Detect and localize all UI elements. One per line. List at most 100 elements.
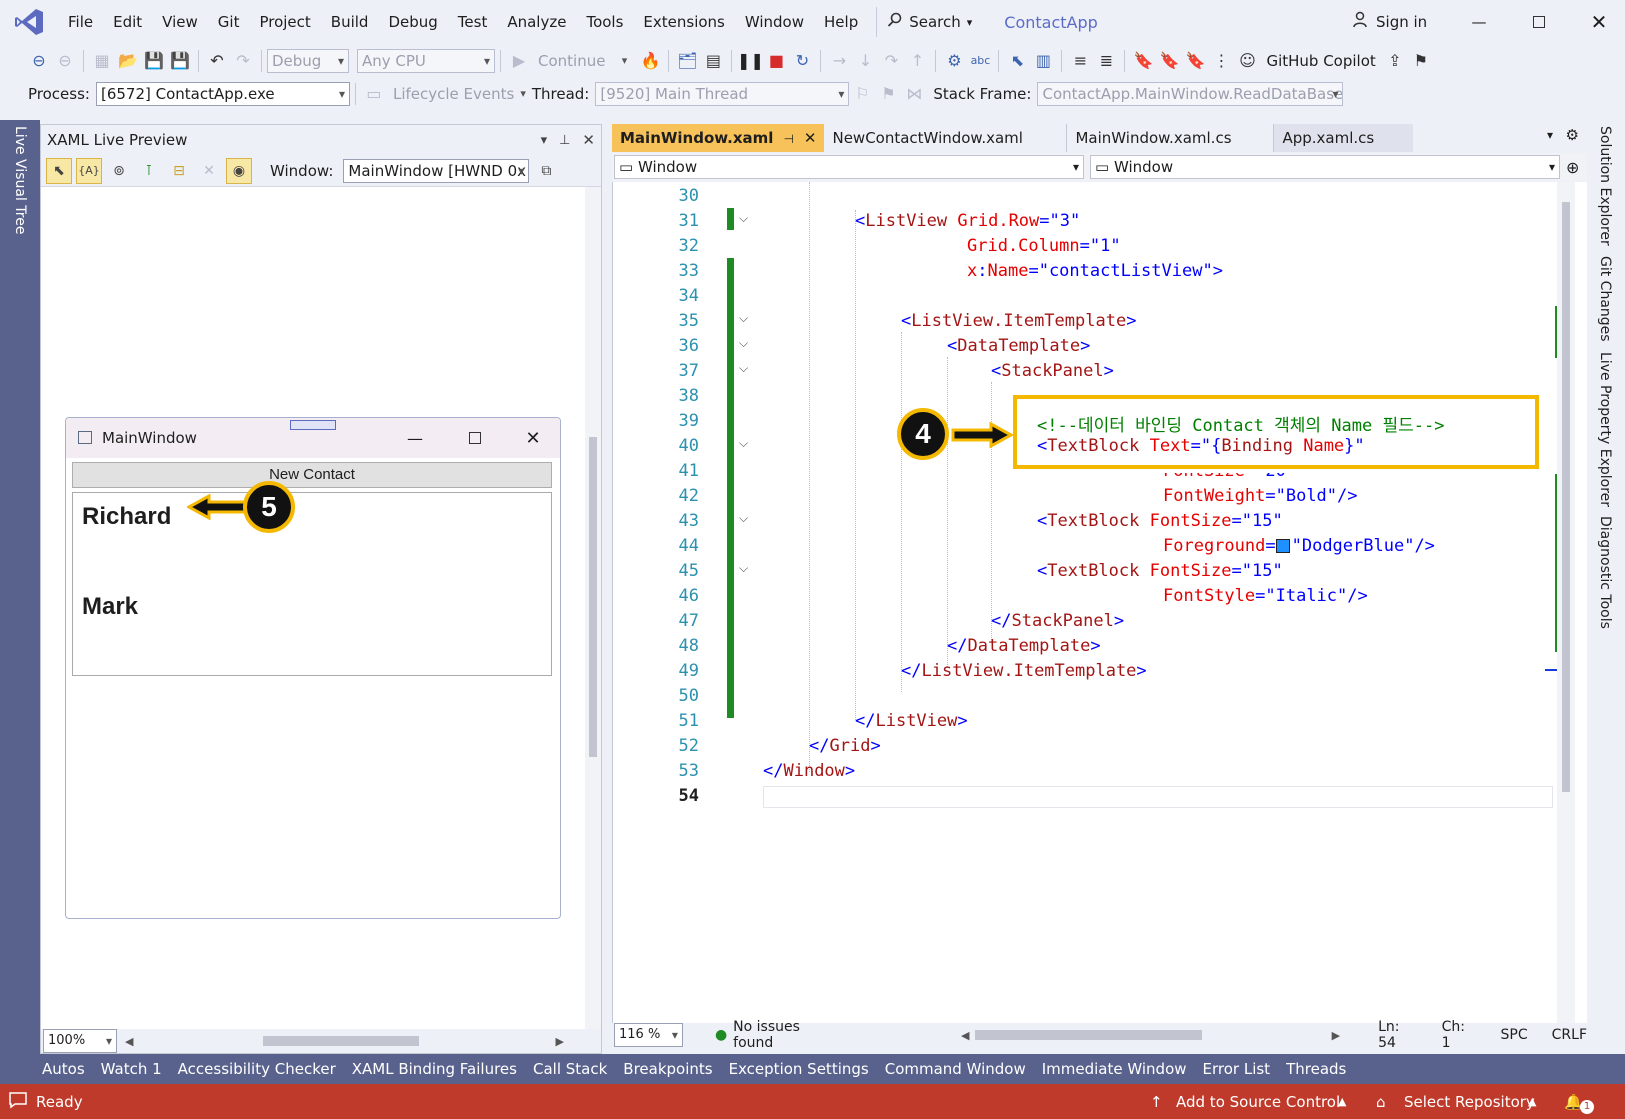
menu-extensions[interactable]: Extensions [633,0,734,44]
whitespace-indicator[interactable]: SPC [1501,1027,1528,1043]
fold-icon[interactable]: ⌵ [739,561,748,576]
undo-icon[interactable]: ↶ [204,48,230,74]
add-to-source-control-button[interactable]: Add to Source Control [1176,1093,1340,1111]
prev-bookmark-icon[interactable]: 🔖 [1156,48,1182,74]
github-copilot-button[interactable]: GitHub Copilot [1260,52,1381,70]
menu-debug[interactable]: Debug [378,0,447,44]
fold-icon[interactable]: ⌵ [739,311,748,326]
close-icon[interactable]: ✕ [582,131,595,149]
pin-icon[interactable]: ⊣ [783,132,793,146]
threads-icon[interactable]: ⚑ [875,81,901,107]
column-indicator[interactable]: Ch: 1 [1442,1019,1477,1051]
menu-build[interactable]: Build [321,0,379,44]
contact-list-view[interactable]: Richard Mark [72,492,552,676]
back-icon[interactable]: ⊖ [26,48,52,74]
new-contact-button[interactable]: New Contact [72,462,552,488]
editor-horizontal-scrollbar[interactable] [975,1030,1202,1040]
ruler-icon[interactable]: ⊟ [166,158,192,184]
stack-icon[interactable]: ⋈ [901,81,927,107]
tab-exception-settings[interactable]: Exception Settings [721,1060,877,1078]
select-element-icon[interactable]: ⬉ [1004,48,1030,74]
live-tree-icon[interactable]: ▥ [1030,48,1056,74]
code-editor[interactable]: 30 31 32 33 34 35 36 37 38 39 40 41 42 4… [612,182,1587,1028]
popout-icon[interactable]: ⧉ [533,158,559,184]
maximize-icon[interactable] [452,418,498,458]
preview-zoom-select[interactable]: 100% [43,1029,117,1053]
scroll-right-icon[interactable]: ▶ [1332,1029,1340,1042]
menu-analyze[interactable]: Analyze [497,0,576,44]
tab-breakpoints[interactable]: Breakpoints [615,1060,720,1078]
git-changes-tab[interactable]: Git Changes [1597,256,1613,342]
new-project-icon[interactable]: ▦ [89,48,115,74]
share-icon[interactable]: ⇪ [1382,48,1408,74]
attach-process-icon[interactable]: 🗂 [674,48,700,74]
continue-button[interactable]: Continue [532,52,611,70]
next-bookmark-icon[interactable]: 🔖 [1182,48,1208,74]
preview-vertical-scrollbar[interactable] [585,187,601,1029]
overflow-icon[interactable]: ⋮ [1208,48,1234,74]
tab-xaml-binding-failures[interactable]: XAML Binding Failures [344,1060,525,1078]
stop-icon[interactable]: ■ [763,48,789,74]
track-focus-icon[interactable]: ⊺ [136,158,162,184]
scroll-right-icon[interactable]: ▶ [555,1035,563,1048]
hot-reload-icon[interactable]: 🔥 [637,48,663,74]
copilot-icon[interactable]: ☺ [1234,48,1260,74]
minimize-button[interactable]: — [1452,0,1506,44]
live-property-explorer-tab[interactable]: Live Property Explorer [1597,352,1613,507]
fold-icon[interactable]: ⌵ [739,211,748,226]
show-next-statement-icon[interactable]: → [826,48,852,74]
select-element-icon[interactable]: ⬉ [46,157,72,184]
line-ending-indicator[interactable]: CRLF [1552,1027,1587,1043]
tab-command-window[interactable]: Command Window [877,1060,1034,1078]
tab-accessibility-checker[interactable]: Accessibility Checker [170,1060,344,1078]
gear-icon[interactable]: ⚙ [1566,126,1579,144]
scroll-left-icon[interactable]: ◀ [125,1035,133,1048]
menu-tools[interactable]: Tools [576,0,633,44]
process-select[interactable]: [6572] ContactApp.exe [95,81,350,106]
tab-watch-1[interactable]: Watch 1 [93,1060,170,1078]
save-all-icon[interactable]: 💾 [167,48,193,74]
open-folder-icon[interactable]: 📂 [115,48,141,74]
contact-name-mark[interactable]: Mark [82,593,138,621]
pause-icon[interactable]: ❚❚ [737,48,764,74]
diagnostics-icon[interactable]: ⚙ [941,48,967,74]
chevron-down-icon[interactable]: ▾ [611,48,637,74]
pin-icon[interactable]: ⊥ [559,133,570,148]
menu-edit[interactable]: Edit [103,0,152,44]
fold-icon[interactable]: ⌵ [739,361,748,376]
configuration-select[interactable]: Debug [267,48,349,73]
indent-icon[interactable]: ≣ [1093,48,1119,74]
menu-help[interactable]: Help [814,0,868,44]
spell-check-icon[interactable]: abc [967,48,993,74]
tab-mainwindow-xaml-cs[interactable]: MainWindow.xaml.cs [1066,124,1273,152]
fold-icon[interactable]: ⌵ [739,436,748,451]
solution-explorer-tab[interactable]: Solution Explorer [1597,126,1613,246]
contact-name-richard[interactable]: Richard [82,503,171,531]
menu-git[interactable]: Git [208,0,250,44]
tab-immediate-window[interactable]: Immediate Window [1034,1060,1195,1078]
preview-grip-handle[interactable] [290,420,336,430]
window-select[interactable]: MainWindow [HWND 0x [343,158,530,183]
split-icon[interactable]: ⊕ [1566,158,1579,177]
play-icon[interactable]: ▶ [506,48,532,74]
menu-window[interactable]: Window [735,0,814,44]
tab-call-stack[interactable]: Call Stack [525,1060,615,1078]
binding-icon[interactable]: {A} [76,157,102,184]
forward-icon[interactable]: ⊖ [52,48,78,74]
step-into-icon[interactable]: ↓ [852,48,878,74]
line-indicator[interactable]: Ln: 54 [1378,1019,1420,1051]
fold-icon[interactable]: ⌵ [739,511,748,526]
tab-list-icon[interactable]: ▾ [1547,128,1553,142]
lifecycle-events-button[interactable]: Lifecycle Events [387,85,520,103]
save-icon[interactable]: 💾 [141,48,167,74]
fold-icon[interactable]: ⌵ [739,336,748,351]
tab-newcontactwindow-xaml[interactable]: NewContactWindow.xaml [824,124,1066,152]
type-navigation-select[interactable]: ▭ Window [614,155,1084,179]
step-over-icon[interactable]: ↷ [878,48,904,74]
display-adorners-icon[interactable]: ⊚ [106,158,132,184]
flag-thread-icon[interactable]: ⚐ [849,81,875,107]
lifecycle-events-icon[interactable]: ▭ [361,81,387,107]
menu-test[interactable]: Test [448,0,498,44]
layout-icon[interactable]: ▤ [700,48,726,74]
member-navigation-select[interactable]: ▭ Window [1090,155,1560,179]
